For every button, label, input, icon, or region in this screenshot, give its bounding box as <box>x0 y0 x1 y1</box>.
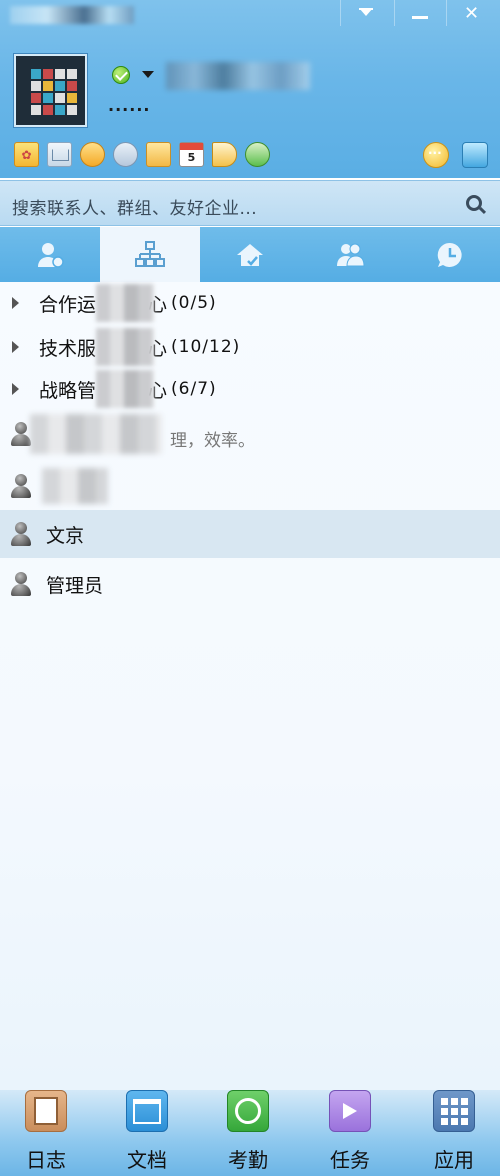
tab-recent[interactable] <box>400 227 500 282</box>
person-avatar-icon <box>10 422 32 446</box>
close-icon: ✕ <box>463 2 480 24</box>
blurred-text <box>96 328 154 366</box>
expand-arrow-icon <box>12 297 19 309</box>
app-label: 考勤 <box>228 1148 268 1172</box>
app-label: 任务 <box>330 1148 370 1172</box>
search-input[interactable]: 搜索联系人、群组、友好企业... <box>12 194 257 219</box>
toolbar: ✿ 5 <box>14 142 270 168</box>
expand-arrow-icon <box>12 383 19 395</box>
calendar-day: 5 <box>187 151 196 164</box>
app-label: 应用 <box>434 1148 474 1172</box>
task-flag-icon <box>329 1090 371 1132</box>
status-dropdown-arrow-icon[interactable] <box>142 71 154 78</box>
contact-signature: 理，效率。 <box>170 431 255 451</box>
minimize-button[interactable] <box>394 0 444 26</box>
minimize-icon <box>411 15 428 19</box>
app-label: 日志 <box>26 1148 66 1172</box>
app-attendance-button[interactable]: 考勤 <box>218 1090 278 1176</box>
blurred-text <box>96 284 154 322</box>
clock-icon <box>437 242 462 267</box>
username-blurred <box>166 62 310 90</box>
chat-bubble-icon[interactable] <box>423 142 449 168</box>
person-avatar-icon <box>10 572 32 596</box>
blurred-contact-name <box>30 414 162 454</box>
house-icon <box>237 243 263 266</box>
message-icon[interactable] <box>80 142 105 167</box>
window-title-blurred <box>10 6 134 24</box>
app-journal-button[interactable]: 日志 <box>16 1090 76 1176</box>
contact-name: 管理员 <box>46 574 104 597</box>
folder-icon[interactable] <box>146 142 171 167</box>
avatar[interactable] <box>14 54 87 127</box>
app-label: 文档 <box>127 1148 167 1172</box>
journal-icon <box>25 1090 67 1132</box>
group-row[interactable]: 战略管心 (6/7) <box>0 368 500 410</box>
menu-dropdown-button[interactable] <box>340 0 390 26</box>
app-tasks-button[interactable]: 任务 <box>320 1090 380 1176</box>
contact-row[interactable]: 管理员 <box>0 560 500 608</box>
menu-bar-icon <box>359 8 373 10</box>
person-avatar-icon <box>10 522 32 546</box>
group-count: (0/5) <box>171 293 217 313</box>
online-status-icon[interactable] <box>112 66 130 84</box>
skin-shirt-icon[interactable] <box>462 142 488 168</box>
tab-bar <box>0 227 500 282</box>
bottom-app-bar: 日志 文档 考勤 任务 应用 <box>0 1090 500 1176</box>
apps-grid-icon <box>433 1090 475 1132</box>
device-person-icon <box>10 474 32 498</box>
personal-signature[interactable]: ...... <box>108 96 150 115</box>
contact-row[interactable]: 文京 <box>0 510 500 558</box>
search-bar[interactable]: 搜索联系人、群组、友好企业... <box>0 180 500 226</box>
blurred-text <box>96 370 154 408</box>
mail-icon[interactable] <box>47 142 72 167</box>
attendance-check-icon <box>227 1090 269 1132</box>
contact-name: 文京 <box>46 524 85 547</box>
org-chart-icon <box>135 240 165 267</box>
tab-organization[interactable] <box>100 227 200 282</box>
app-documents-button[interactable]: 文档 <box>117 1090 177 1176</box>
contacts-icon[interactable] <box>245 142 270 167</box>
group-row[interactable]: 合作运心 (0/5) <box>0 282 500 324</box>
expand-arrow-icon <box>12 341 19 353</box>
tab-enterprise[interactable] <box>200 227 300 282</box>
group-row[interactable]: 技术服心 (10/12) <box>0 326 500 368</box>
blurred-contact-name <box>42 468 108 504</box>
group-icon <box>337 243 365 266</box>
close-button[interactable]: ✕ <box>446 0 496 26</box>
calendar-icon[interactable]: 5 <box>179 142 204 167</box>
tab-contacts[interactable] <box>0 227 100 282</box>
person-icon <box>38 242 64 268</box>
app-applications-button[interactable]: 应用 <box>424 1090 484 1176</box>
search-icon[interactable] <box>466 195 482 211</box>
announcement-icon[interactable] <box>212 142 237 167</box>
qzone-icon[interactable]: ✿ <box>14 142 39 167</box>
group-count: (10/12) <box>171 337 241 357</box>
header-panel: ✕ ...... ✿ 5 <box>0 0 500 178</box>
settings-gear-icon[interactable] <box>113 142 138 167</box>
group-count: (6/7) <box>171 379 217 399</box>
contact-list: 合作运心 (0/5) 技术服心 (10/12) 战略管心 (6/7) 理，效率。… <box>0 282 500 1090</box>
tab-groups[interactable] <box>300 227 400 282</box>
folder-icon <box>126 1090 168 1132</box>
